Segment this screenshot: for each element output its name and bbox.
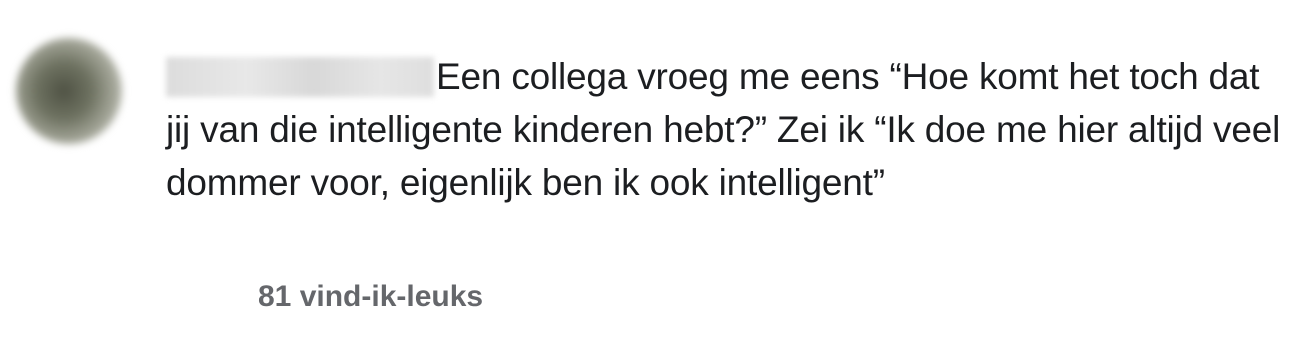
comment-body: Een collega vroeg me eens “Hoe komt het … [166, 50, 1286, 209]
likes-count[interactable]: 81 vind-ik-leuks [258, 280, 483, 314]
avatar[interactable] [16, 38, 122, 144]
username-blurred[interactable] [166, 57, 434, 97]
